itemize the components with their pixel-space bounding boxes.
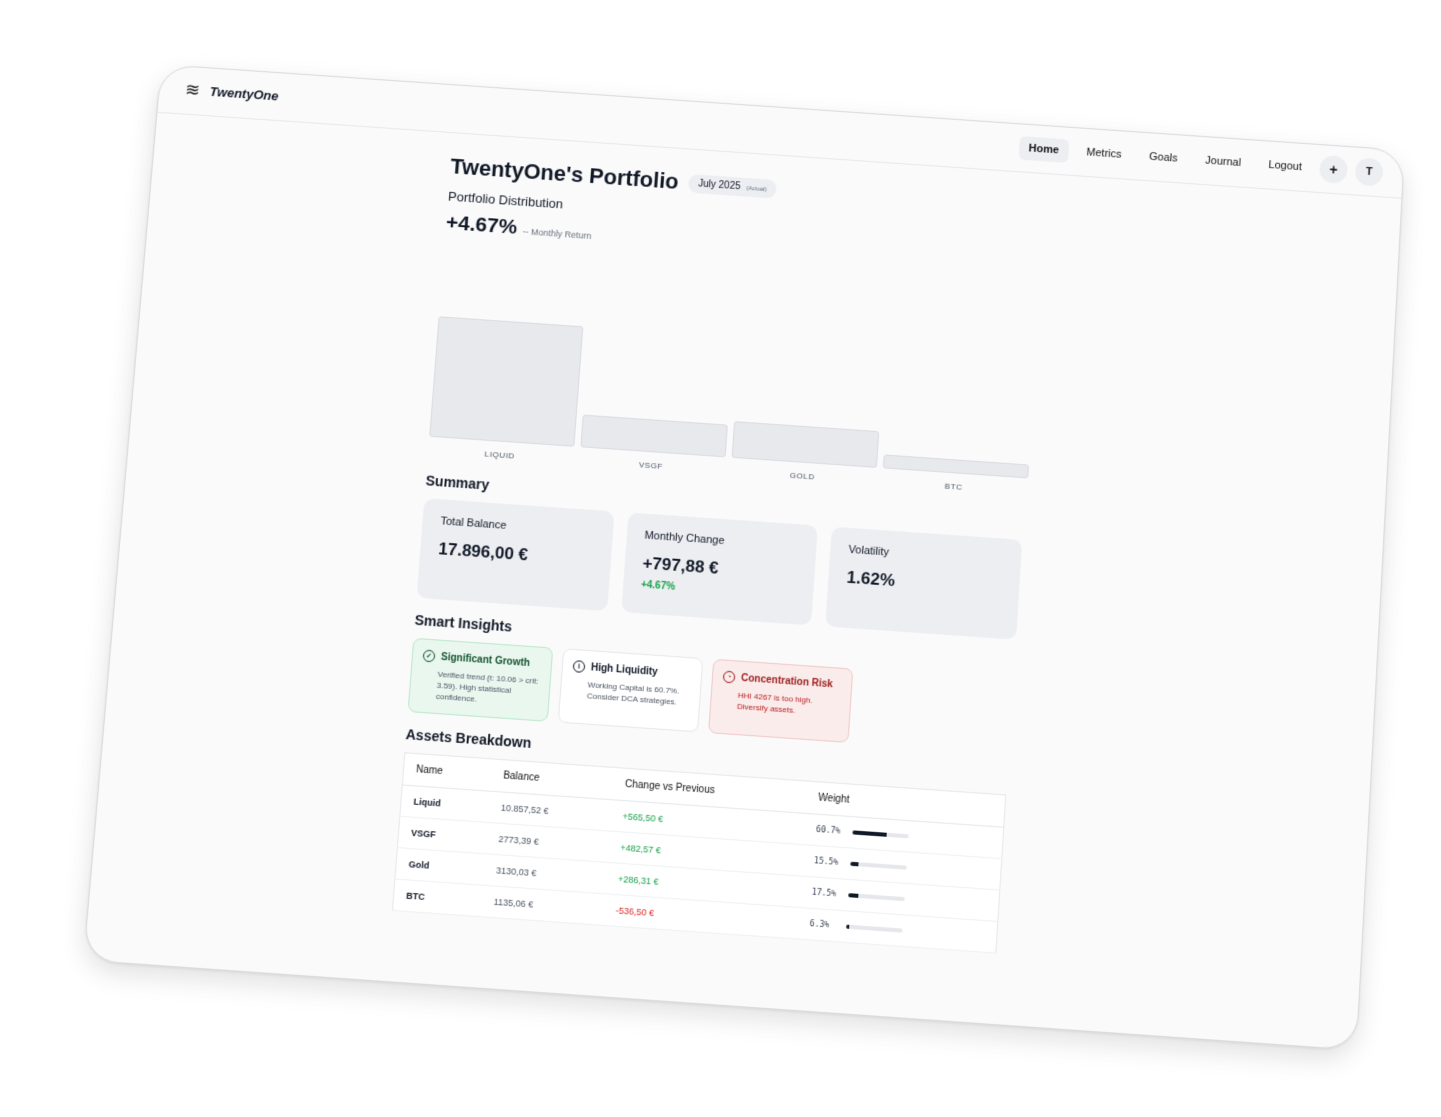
weight-percent: 17.5% (811, 887, 837, 899)
weight-percent: 15.5% (813, 856, 839, 868)
card-label: Total Balance (440, 515, 507, 532)
insight-significant-growth: ✓ Significant Growth Verified trend (t: … (407, 637, 554, 722)
nav-goals[interactable]: Goals (1139, 144, 1189, 171)
insight-concentration-risk: ◔ Concentration Risk HHI 4267 is too hig… (708, 658, 854, 743)
nav-logout[interactable]: Logout (1258, 153, 1312, 180)
insight-title: High Liquidity (590, 661, 659, 678)
monthly-return-note: -- Monthly Return (522, 226, 592, 241)
insight-high-liquidity: i High Liquidity Working Capital is 60.7… (557, 648, 704, 732)
distribution-bar-chart: LIQUID VSGF GOLD BTC (427, 286, 1035, 500)
card-value: 1.62% (846, 567, 896, 591)
monthly-change-card: Monthly Change +797,88 € +4.67% (620, 512, 819, 626)
distribution-label-gold: GOLD (789, 470, 816, 482)
weight-bar-fill (845, 924, 850, 929)
total-balance-card: Total Balance 17.896,00 € (416, 498, 615, 612)
insight-header: ◔ Concentration Risk (722, 670, 842, 691)
period-selector[interactable]: July 2025 (Actual) (687, 173, 778, 199)
add-button[interactable]: + (1318, 154, 1349, 185)
distribution-bar-btc (882, 453, 1030, 479)
info-icon: i (572, 660, 586, 673)
weight-bar (852, 829, 909, 838)
weight-percent: 6.3% (809, 919, 830, 930)
weight-bar (850, 861, 907, 870)
distribution-label-btc: BTC (944, 481, 963, 492)
weight-wrap: 6.3% (809, 919, 984, 940)
weight-bar-fill (850, 861, 860, 866)
card-value: +797,88 € (641, 553, 720, 578)
assets-table: Name Balance Change vs Previous Weight L… (391, 751, 1007, 954)
card-value: 17.896,00 € (437, 539, 529, 565)
distribution-bar-gold (731, 421, 880, 468)
main-content: TwentyOne's Portfolio July 2025 (Actual)… (391, 153, 1044, 954)
card-label: Monthly Change (644, 529, 725, 548)
weight-bar (845, 924, 903, 933)
weight-wrap: 15.5% (814, 856, 989, 877)
page-title: TwentyOne's Portfolio (449, 153, 680, 194)
card-label: Volatility (848, 543, 890, 559)
app-window: ≋ TwentyOne Home Metrics Goals Journal L… (82, 64, 1405, 1051)
avatar[interactable]: T (1354, 157, 1384, 187)
weight-bar (847, 892, 905, 901)
distribution-label-liquid: LIQUID (484, 449, 516, 461)
insight-header: i High Liquidity (572, 660, 692, 680)
nav-home[interactable]: Home (1018, 136, 1070, 163)
weight-percent: 60.7% (815, 824, 841, 836)
screenshot-stage: ≋ TwentyOne Home Metrics Goals Journal L… (0, 0, 1441, 1117)
weight-wrap: 60.7% (816, 825, 991, 846)
main-nav: Home Metrics Goals Journal Logout + T (1018, 134, 1384, 187)
pie-chart-icon: ◔ (722, 670, 736, 684)
weight-bar-fill (847, 892, 859, 898)
weight-bar-fill (852, 829, 887, 837)
card-change-percent: +4.67% (640, 579, 676, 593)
check-circle-icon: ✓ (422, 649, 436, 663)
brand-name: TwentyOne (209, 83, 280, 103)
waves-logo-icon: ≋ (184, 79, 201, 100)
monthly-return-value: +4.67% (445, 211, 518, 239)
brand[interactable]: ≋ TwentyOne (184, 79, 280, 104)
nav-journal[interactable]: Journal (1195, 148, 1252, 175)
volatility-card: Volatility 1.62% (825, 526, 1023, 640)
nav-metrics[interactable]: Metrics (1076, 140, 1132, 167)
insight-text: Verified trend (t: 10.06 > crit: 3.59). … (435, 669, 539, 705)
insight-title: Concentration Risk (740, 672, 834, 690)
insight-text: Working Capital is 60.7%. Consider DCA s… (586, 680, 680, 707)
insight-text: HHI 4267 is too high. Diversify assets. (736, 690, 814, 716)
distribution-label-vsgf: VSGF (638, 460, 664, 471)
asset-name: BTC (392, 878, 483, 917)
period-label: July 2025 (697, 178, 741, 192)
distribution-bar-vsgf (580, 414, 728, 458)
distribution-bar-liquid (429, 316, 584, 447)
weight-wrap: 17.5% (812, 888, 987, 909)
insight-header: ✓ Significant Growth (422, 649, 542, 670)
period-note: (Actual) (746, 185, 768, 193)
insight-title: Significant Growth (440, 651, 531, 669)
